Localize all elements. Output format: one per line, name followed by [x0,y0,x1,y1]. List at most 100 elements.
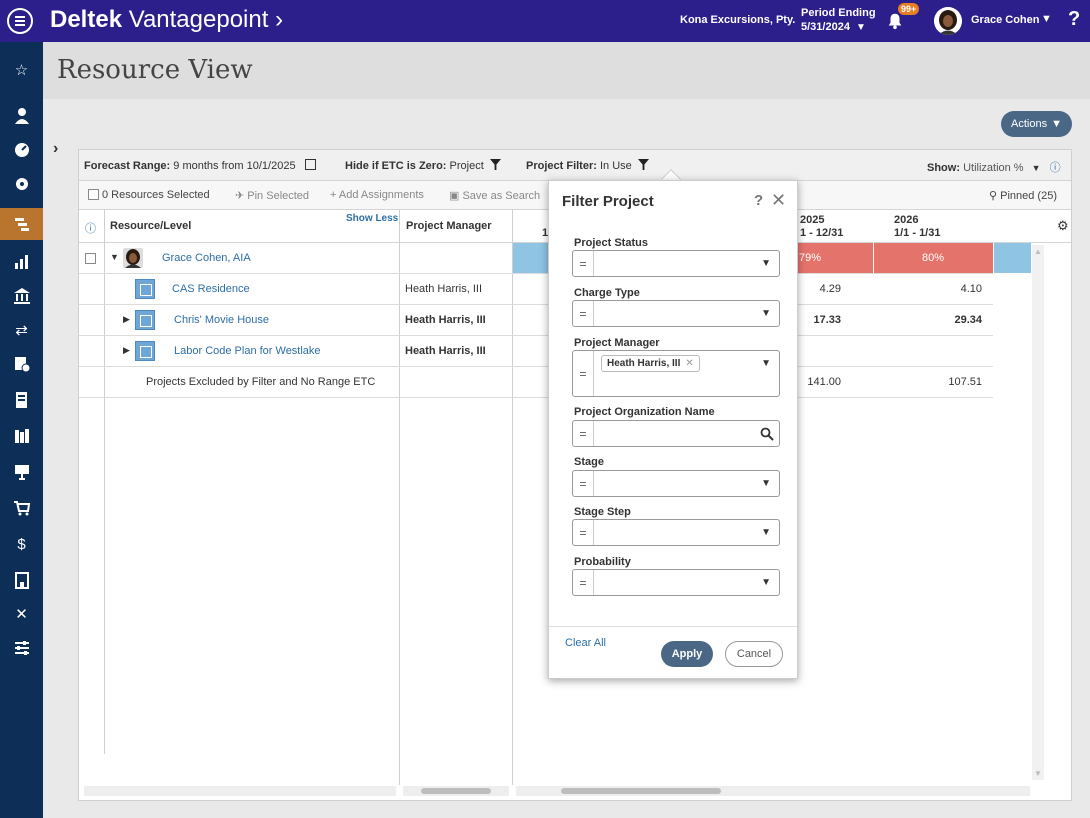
username[interactable]: Grace Cohen [971,14,1039,26]
bank-icon[interactable] [0,280,43,312]
chart-icon[interactable] [0,245,43,277]
grid-settings-gear-icon[interactable]: ⚙ [1057,218,1069,234]
operator-equals[interactable]: = [573,520,594,545]
project-manager: Heath Harris, III [405,283,483,295]
save-as-search-button[interactable]: ▣ Save as Search [449,189,540,202]
edit-range-icon[interactable] [304,159,316,170]
show-label: Show: [927,162,960,174]
pin-selected-button[interactable]: ✈ Pin Selected [235,189,309,202]
operator-equals[interactable]: = [573,251,594,276]
brand-bold: Deltek [50,6,123,33]
scroll-down-icon[interactable]: ▼ [1034,769,1042,778]
popup-help-icon[interactable]: ? [754,192,763,209]
settings-sliders-icon[interactable] [0,632,43,664]
project-filter[interactable]: Project Filter: In Use [526,159,649,172]
star-icon[interactable]: ☆ [0,54,43,86]
operator-equals[interactable]: = [573,471,594,496]
operator-equals[interactable]: = [573,351,594,396]
vertical-scrollbar[interactable]: ▲ ▼ [1032,245,1044,780]
horizontal-scrollbar-periods[interactable] [516,786,1030,796]
presentation-icon[interactable] [0,456,43,488]
save-as-search-label: Save as Search [462,190,541,202]
hub-icon[interactable] [0,168,43,200]
operator-equals[interactable]: = [573,570,594,595]
user-avatar[interactable] [934,7,962,35]
actions-button[interactable]: Actions ▼ [1001,111,1072,137]
resources-selected[interactable]: 0 Resources Selected [88,189,210,201]
cancel-button[interactable]: Cancel [725,641,783,667]
chip-remove-icon[interactable]: ✕ [685,358,693,369]
horizontal-scrollbar-pm[interactable] [403,786,509,796]
library-icon[interactable] [0,420,43,452]
building-icon[interactable] [0,564,43,596]
plus-icon: + [330,189,337,201]
charge-type-select[interactable]: = ▼ [572,300,780,327]
project-org-input[interactable]: = [572,420,780,447]
timesheet-icon[interactable] [0,348,43,380]
resource-view-icon[interactable] [0,208,43,240]
show-selector[interactable]: Show: Utilization % ▼ ⓘ [927,159,1061,175]
expand-caret-icon[interactable]: ▶ [123,314,130,325]
project-manager-select[interactable]: = Heath Harris, III ✕ ▼ [572,350,780,397]
project-filter-icon[interactable] [637,159,649,170]
expand-caret-icon[interactable]: ▶ [123,345,130,356]
dashboard-icon[interactable] [0,134,43,166]
table-row[interactable]: ▼ Grace Cohen, AIA 79% 80% [79,243,1031,274]
clear-all-link[interactable]: Clear All [565,637,606,649]
col-pm-header[interactable]: Project Manager [406,220,492,232]
forecast-range-value: 9 months from 10/1/2025 [173,160,296,172]
person-icon[interactable] [0,100,43,132]
collapse-caret-icon[interactable]: ▼ [110,252,119,262]
table-row[interactable]: ▶ Labor Code Plan for Westlake Heath Har… [79,336,993,367]
table-row[interactable]: CAS Residence Heath Harris, III 4.29 4.1… [79,274,993,305]
transfer-icon[interactable]: ⇄ [0,314,43,346]
project-manager: Heath Harris, III [405,345,486,357]
money-icon[interactable]: $ [0,528,43,560]
hamburger-menu-icon[interactable] [7,8,33,34]
add-assignments-button[interactable]: + Add Assignments [330,189,424,201]
stage-step-select[interactable]: = ▼ [572,519,780,546]
pinned-button[interactable]: ⚲ Pinned (25) [989,189,1057,202]
company-name[interactable]: Kona Excursions, Pty. [680,14,795,26]
select-all-checkbox[interactable] [88,189,99,200]
operator-equals[interactable]: = [573,301,594,326]
hide-etc-zero[interactable]: Hide if ETC is Zero: Project [345,159,501,172]
chevron-down-icon: ▼ [761,308,771,319]
field-label-project-status: Project Status [574,237,648,249]
chevron-down-icon: ▼ [761,258,771,269]
scroll-up-icon[interactable]: ▲ [1034,247,1042,256]
notification-badge: 99+ [898,3,920,15]
app-brand[interactable]: Deltek Vantagepoint › [50,6,283,34]
probability-select[interactable]: = ▼ [572,569,780,596]
project-name[interactable]: Chris' Movie House [174,314,269,326]
expand-panel-chevron-icon[interactable]: › [53,140,58,158]
table-row[interactable]: ▶ Chris' Movie House Heath Harris, III 1… [79,305,993,336]
resources-selected-label: 0 Resources Selected [102,189,210,201]
tools-icon[interactable]: ✕ [0,598,43,630]
help-icon[interactable]: ? [1068,8,1080,31]
project-status-select[interactable]: = ▼ [572,250,780,277]
field-label-stage-step: Stage Step [574,506,631,518]
search-icon[interactable] [760,427,774,441]
popup-divider [549,626,797,627]
forecast-range[interactable]: Forecast Range: 9 months from 10/1/2025 [84,159,316,172]
filter-icon[interactable] [489,159,501,170]
stage-select[interactable]: = ▼ [572,470,780,497]
project-name[interactable]: CAS Residence [172,283,250,295]
grid-info-icon[interactable]: ⓘ [85,220,96,236]
col-resource-header[interactable]: Resource/Level [110,220,191,232]
operator-equals[interactable]: = [573,421,594,446]
apply-button[interactable]: Apply [661,641,713,667]
row-checkbox[interactable] [85,253,96,264]
project-name[interactable]: Labor Code Plan for Westlake [174,345,321,357]
selected-manager-chip[interactable]: Heath Harris, III ✕ [601,355,700,372]
billing-icon[interactable] [0,384,43,416]
user-menu-caret-icon[interactable]: ▼ [1041,13,1052,25]
show-less-link[interactable]: Show Less [346,213,398,224]
info-icon[interactable]: ⓘ [1050,162,1061,174]
popup-close-icon[interactable]: ✕ [771,190,786,211]
cart-icon[interactable] [0,492,43,524]
period-selector[interactable]: Period Ending 5/31/2024 ▼ [801,6,876,35]
resource-name[interactable]: Grace Cohen, AIA [162,252,251,264]
horizontal-scrollbar-resource[interactable] [84,786,396,796]
